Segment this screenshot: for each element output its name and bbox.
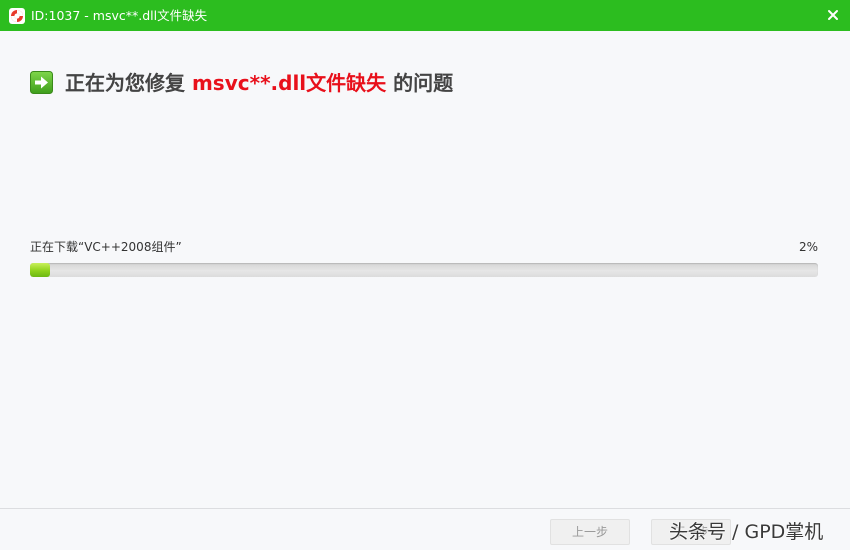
- progress-percent: 2%: [798, 240, 818, 254]
- progress-label: 正在下载“VC++2008组件”: [30, 240, 182, 254]
- heading-text: 正在为您修复 msvc**.dll文件缺失 的问题: [65, 70, 453, 96]
- heading-suffix: 的问题: [386, 71, 454, 95]
- progress-fill: [30, 263, 50, 277]
- repair-window: ID:1037 - msvc**.dll文件缺失 正在为您修复 msvc**.d…: [0, 0, 850, 550]
- progress-bar: [30, 263, 818, 277]
- close-button[interactable]: [822, 4, 844, 26]
- heading-highlight: msvc**.dll文件缺失: [191, 71, 387, 95]
- lifebuoy-icon: [9, 8, 25, 24]
- watermark: 头条号 / GPD掌机: [669, 521, 824, 543]
- footer-bar: 上一步 下一步 头条号 / GPD掌机: [0, 508, 850, 550]
- prev-button[interactable]: 上一步: [550, 519, 630, 545]
- title-bar: ID:1037 - msvc**.dll文件缺失: [0, 0, 850, 31]
- green-arrow-icon: [30, 71, 53, 94]
- window-title: ID:1037 - msvc**.dll文件缺失: [31, 8, 208, 23]
- heading-prefix: 正在为您修复: [65, 71, 192, 95]
